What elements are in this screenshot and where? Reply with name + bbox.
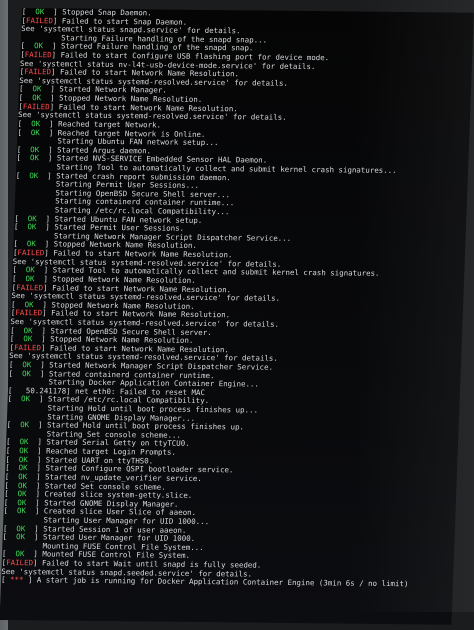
job-spinner-icon: *** bbox=[5, 575, 29, 585]
job-bracket-close: ] bbox=[27, 575, 38, 585]
boot-console: [ OK ] Stopped Snap Daemon. [FAILED] Fail… bbox=[0, 8, 474, 625]
monitor-frame: [ OK ] Stopped Snap Daemon. [FAILED] Fail… bbox=[0, 0, 474, 630]
